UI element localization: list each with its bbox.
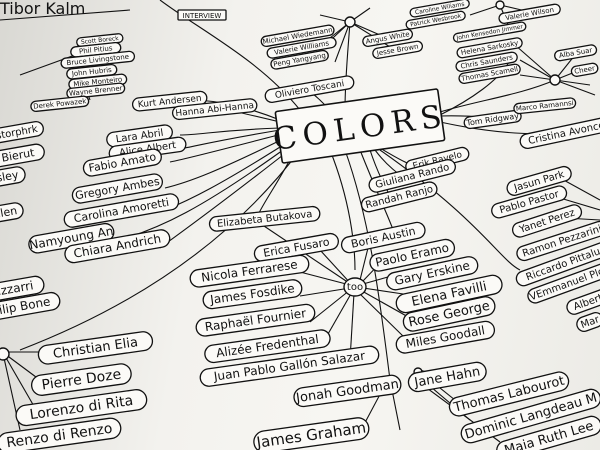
- name-pill-bottom-left-2: Lorenzo di Rita: [15, 389, 148, 427]
- name-pill-top-right-1: Alba Suar: [554, 44, 598, 62]
- name-pill-top-center-2: Marco Ramannsi: [513, 97, 577, 115]
- top-right-hub-2: [495, 0, 505, 10]
- mind-map-photo: COLORS too Tibor Kalm INTERVIEW Oliviero…: [0, 0, 600, 450]
- interview-label: INTERVIEW: [183, 12, 222, 20]
- name-pill-bottom-right-0: Jane Hahn: [407, 361, 487, 393]
- colors-title-box: COLORS: [271, 88, 450, 164]
- name-pill-top-right-4: Cheer: [570, 62, 599, 77]
- name-pill-mid-list-0: Elizabeta Butakova: [208, 205, 321, 232]
- name-pill-right-edge-0: Cristina Avonce: [519, 116, 600, 150]
- name-pill-left-upper-6: Derek Powazek: [30, 95, 90, 113]
- bottom-left-hub: [0, 347, 10, 361]
- header-area: Tibor Kalm INTERVIEW: [0, 0, 227, 21]
- tibor-label: Tibor Kalm: [0, 0, 85, 18]
- top-right-hub: [549, 74, 561, 86]
- name-pill-right-edge-7: Albert: [566, 289, 600, 315]
- name-pill-bottom-mid-0: Jonah Goodman: [293, 374, 402, 408]
- name-text: Raphaël Fournier: [204, 306, 307, 334]
- name-text: Boris Austin: [350, 224, 417, 250]
- name-pill-bottom-mid-1: James Graham: [253, 417, 370, 450]
- top-mid-hub: [344, 16, 356, 28]
- name-pill-top-center-1: Tom Ridgway: [463, 109, 522, 130]
- name-pill-right-edge-8: Mar: [576, 311, 600, 333]
- name-pill-left-edge-1: el Bierut: [0, 143, 45, 170]
- name-pill-left-edge-2: sley: [0, 166, 26, 187]
- name-pill-top-center-0: Oliviero Toscani: [264, 75, 355, 103]
- too-hub-label: too: [347, 282, 363, 293]
- name-pill-left-edge-0: Astorphrk: [0, 120, 44, 145]
- name-text: Cristina Avonce: [527, 120, 600, 147]
- name-pills: Oliviero Toscani Tom RidgwayMarco Ramanns…: [0, 0, 600, 450]
- mind-map-drawing: COLORS too Tibor Kalm INTERVIEW Oliviero…: [0, 0, 600, 450]
- name-pill-left-edge-3: elen: [0, 202, 24, 223]
- name-pill-bottom-left-1: Pierre Doze: [30, 363, 132, 396]
